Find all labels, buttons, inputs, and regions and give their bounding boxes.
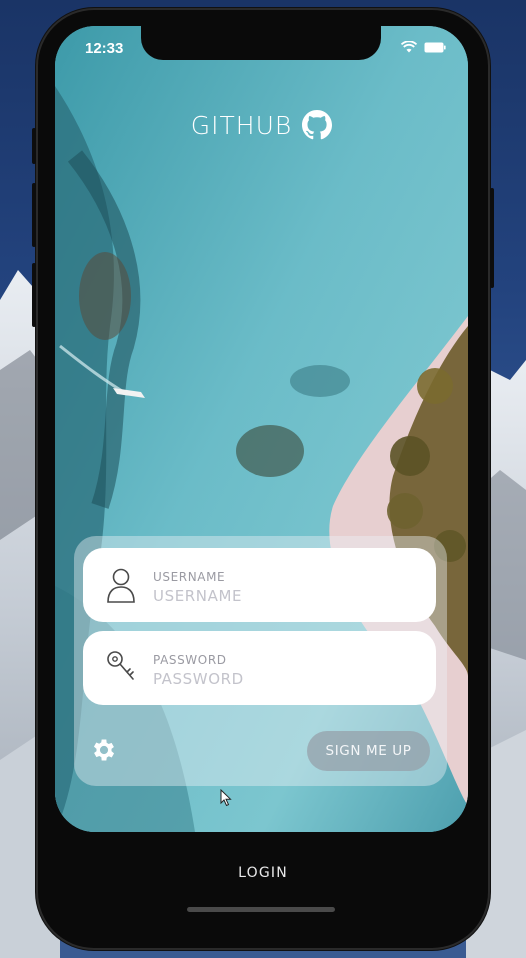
sign-me-up-button[interactable]: SIGN ME UP [307,731,430,771]
password-field[interactable]: PASSWORD [83,631,436,705]
phone-side-button [32,183,36,247]
phone-side-button [32,263,36,327]
key-icon [107,651,134,680]
app-screen: 12:33 GITHUB USERNAME USERNAME PASSWORD … [55,26,468,832]
gear-icon[interactable] [90,736,118,764]
wifi-icon [401,41,417,53]
phone-side-button [490,188,494,288]
mouse-cursor-icon [220,789,232,807]
battery-icon [424,42,446,52]
username-field[interactable]: USERNAME [83,548,436,622]
status-icons [401,41,446,53]
status-time: 12:33 [85,40,124,57]
password-input[interactable] [151,667,415,691]
phone-side-button [32,128,36,164]
user-icon [107,568,135,603]
username-input[interactable] [151,584,415,608]
camera-notch [141,26,381,60]
home-indicator[interactable] [187,907,335,912]
github-logo-icon [302,110,333,140]
password-label: PASSWORD [153,653,227,667]
login-button[interactable]: LOGIN [232,864,294,882]
brand-header: GITHUB [55,110,468,140]
bottom-bar: LOGIN [36,838,490,908]
app-title: GITHUB [190,110,293,140]
login-panel: USERNAME PASSWORD SIGN ME UP [74,536,447,786]
username-label: USERNAME [153,570,226,584]
